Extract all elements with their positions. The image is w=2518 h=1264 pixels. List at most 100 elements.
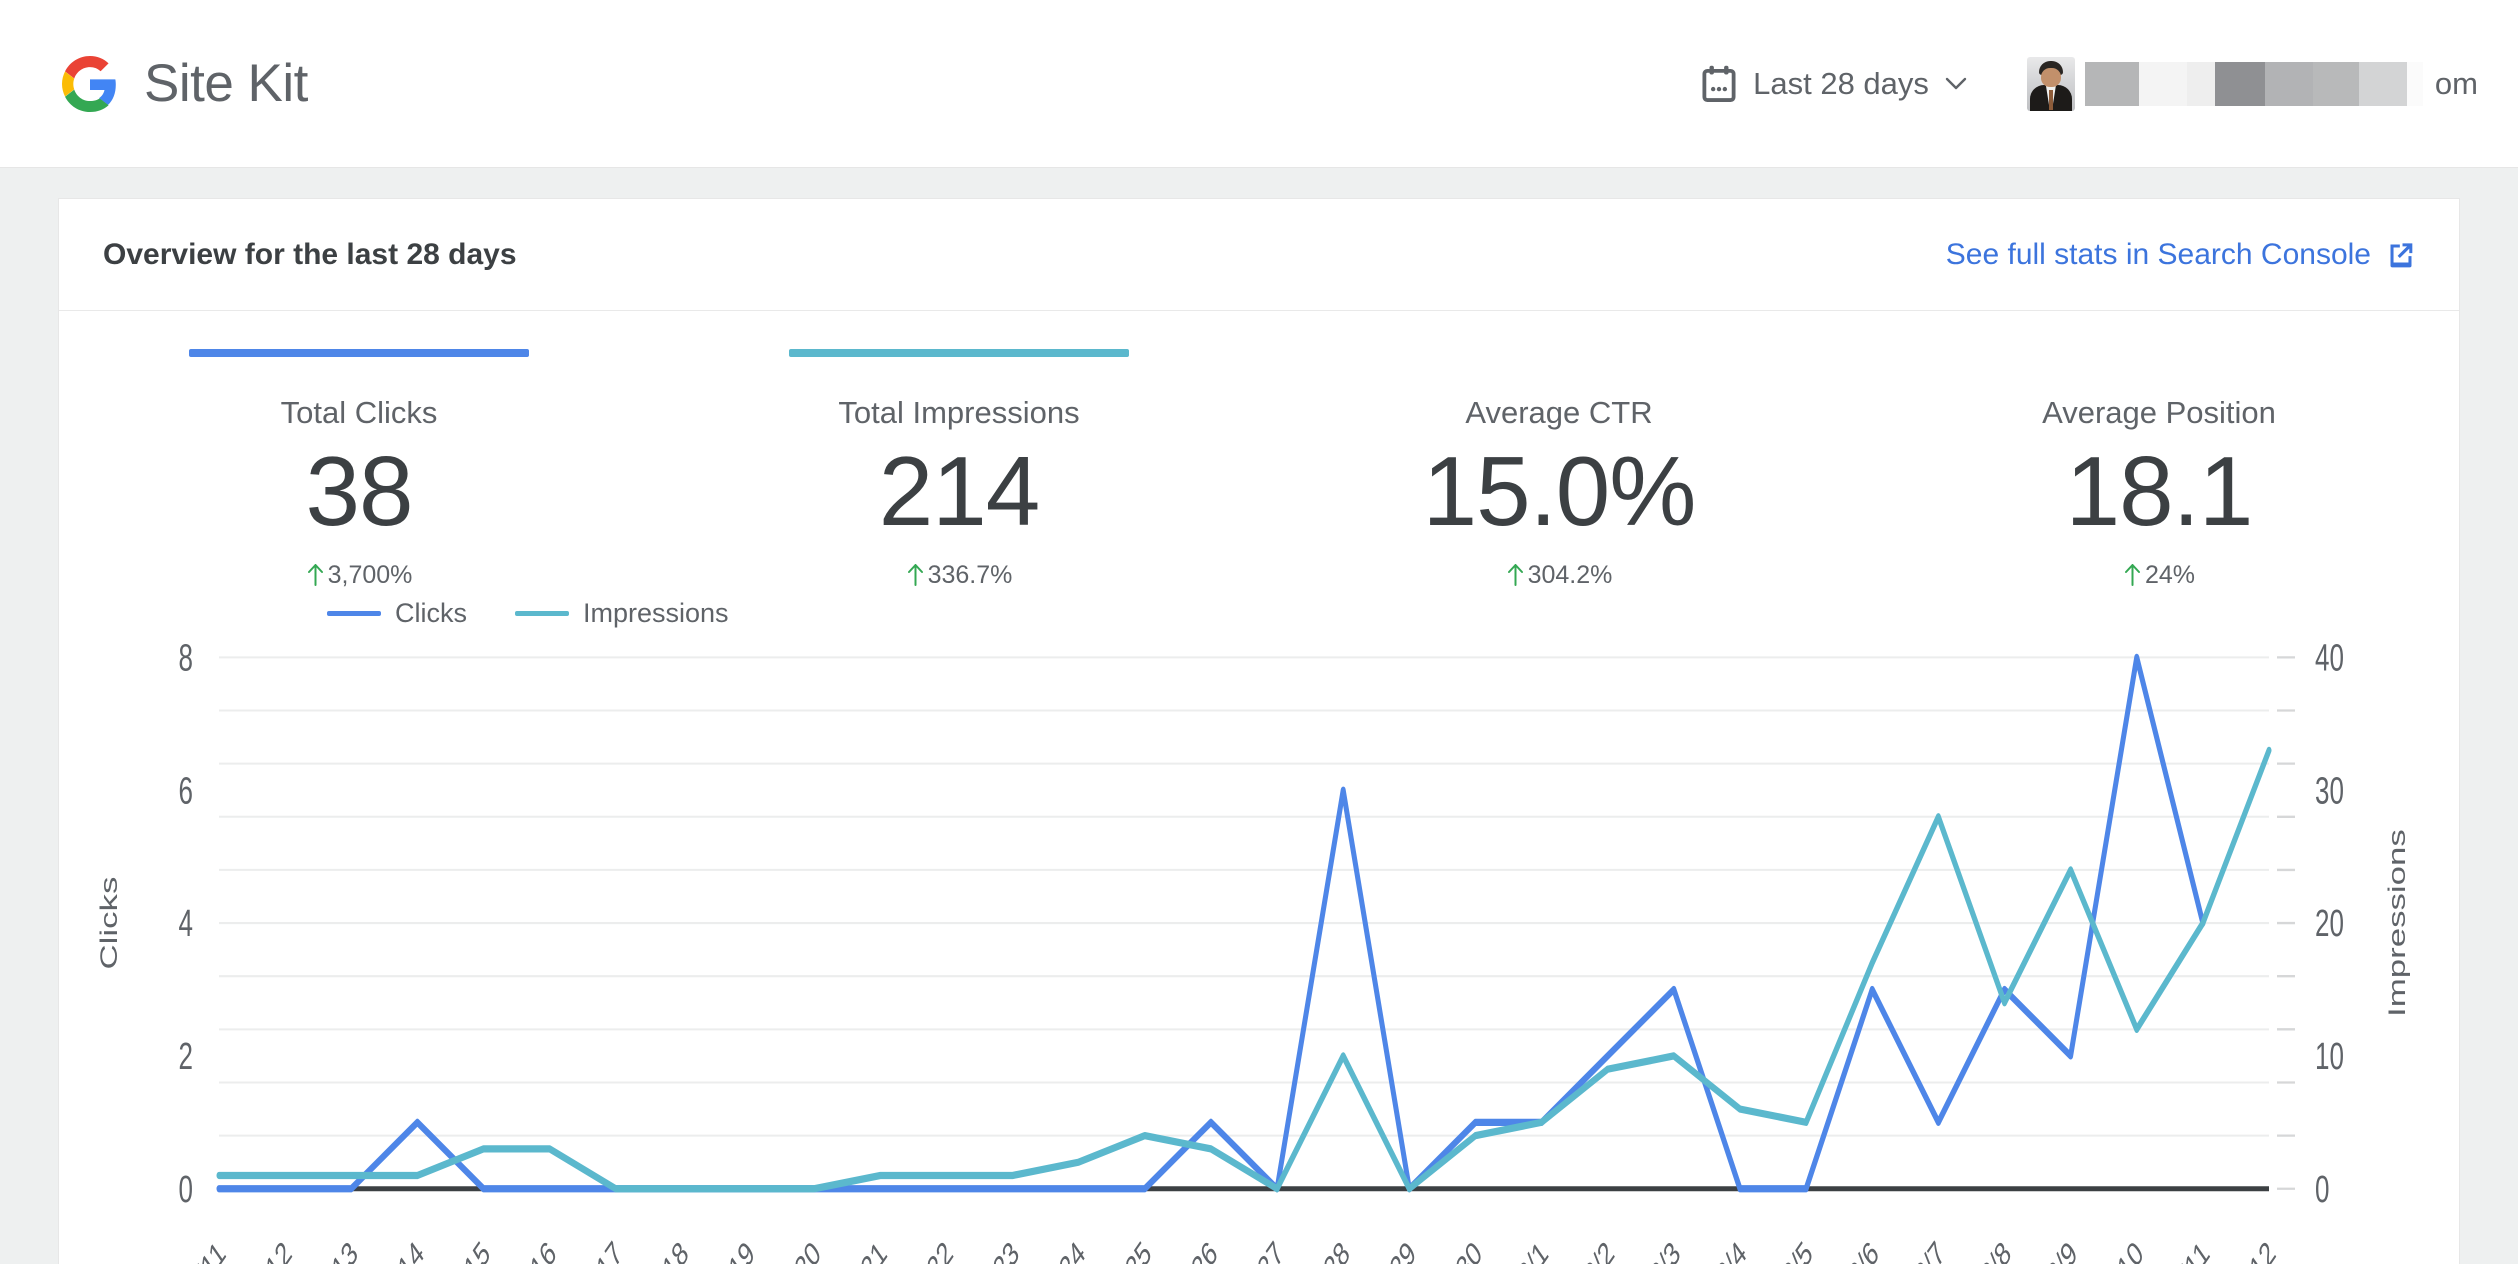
legend-item-clicks[interactable]: Clicks [327,598,467,629]
y-axis-tick-left: 4 [179,902,193,944]
x-axis-tick: 12/12 [2222,1235,2281,1264]
page-body: Overview for the last 28 days See full s… [0,168,2518,1264]
legend-swatch-impressions [515,610,569,616]
legend-item-impressions[interactable]: Impressions [515,598,729,629]
x-axis-tick: 11/20 [769,1235,827,1264]
y-axis-tick-right: 30 [2315,769,2344,811]
x-axis-tick: 12/5 [1768,1235,1818,1264]
x-axis-tick: 11/15 [438,1235,496,1264]
metric-change: 3,700% [306,560,413,590]
x-axis-tick: 11/21 [835,1235,893,1264]
x-axis-tick: 11/13 [306,1235,364,1264]
x-axis-tick: 12/7 [1901,1235,1951,1264]
legend-label-impressions: Impressions [583,597,729,628]
x-axis-tick: 11/14 [372,1235,430,1264]
metric-accent-bar [189,349,529,357]
app-header: Site Kit Last 28 days om [0,0,2518,168]
y-axis-tick-left: 0 [179,1168,193,1210]
metric-change-value: 24% [2144,560,2196,589]
metric-change: 24% [2123,561,2195,590]
chart-legend: Clicks Impressions [327,598,729,629]
x-axis-tick: 12/8 [1967,1235,2017,1264]
clicks-impressions-chart[interactable]: Clicks Impressions 0 2 4 6 8 0 10 20 30 40 Clicks I… [59,590,2459,1264]
y-axis-tick-left: 2 [179,1035,193,1077]
x-axis-tick: 11/24 [1033,1235,1091,1264]
y-axis-tick-left: 6 [179,769,193,811]
metric-change-value: 304.2% [1527,560,1613,589]
see-full-stats-label: See full stats in Search Console [1945,237,2371,271]
chevron-down-icon[interactable] [1945,77,1967,91]
external-link-icon [2387,241,2415,269]
x-axis-tick: 11/27 [1231,1235,1289,1264]
x-axis-tick: 12/3 [1636,1235,1686,1264]
x-axis-tick: 12/1 [1504,1235,1554,1264]
search-console-overview-card: Overview for the last 28 days See full s… [58,198,2460,1264]
x-axis-tick: 12/4 [1702,1235,1752,1264]
y-axis-tick-right: 40 [2315,636,2344,678]
metric-label: Total Impressions [838,395,1080,430]
app-title: Site Kit [144,54,308,113]
metric-value: 18.1 [2065,436,2254,546]
x-axis-tick: 12/11 [2157,1235,2215,1264]
x-axis-tick: 12/9 [2033,1235,2083,1264]
y-axis-tick-right: 10 [2315,1035,2344,1077]
x-axis-tick: 11/22 [901,1235,959,1264]
x-axis-tick: 11/30 [1430,1235,1488,1264]
arrow-up-icon [306,563,325,587]
page-title: Overview for the last 28 days [103,237,517,271]
account-email-redacted [2084,61,2423,106]
y-axis-title-right: Impressions [2384,829,2410,1017]
account-menu[interactable]: om [2026,56,2478,111]
calendar-icon [1701,65,1737,103]
date-range-label: Last 28 days [1753,65,1929,101]
x-axis-tick: 11/26 [1165,1235,1223,1264]
metric-accent-bar [789,349,1129,357]
metric-total-clicks[interactable]: Total Clicks 38 3,700% [59,349,659,590]
legend-swatch-clicks [327,610,381,616]
date-range-picker[interactable]: Last 28 days [1701,65,1967,103]
x-axis-tick: 11/17 [570,1235,628,1264]
metric-label: Average Position [2042,395,2276,430]
x-axis-tick: 11/28 [1298,1235,1356,1264]
metric-change: 336.7% [906,560,1013,590]
metric-change-value: 336.7% [927,560,1013,589]
y-axis-tick-right: 0 [2315,1168,2329,1210]
legend-label-clicks: Clicks [395,597,467,628]
metric-change: 304.2% [1506,560,1613,590]
see-full-stats-link[interactable]: See full stats in Search Console [1946,238,2415,272]
metric-average-position[interactable]: Average Position 18.1 24% [1859,349,2459,590]
x-axis-tick: 11/23 [967,1235,1025,1264]
x-axis-tick: 11/19 [702,1235,760,1264]
x-axis-tick: 11/25 [1099,1235,1157,1264]
x-axis-tick: 11/11 [175,1235,231,1264]
x-axis-tick: 11/29 [1364,1235,1422,1264]
chart-canvas: 0 2 4 6 8 0 10 20 30 40 Clicks Impressions 11/11 11/1… [96,636,2410,1264]
metric-label: Total Clicks [280,395,438,430]
arrow-up-icon [906,563,925,587]
arrow-up-icon [1506,563,1525,587]
metric-label: Average CTR [1465,395,1653,430]
x-axis-tick: 11/12 [239,1235,297,1264]
metric-value: 15.0% [1422,436,1697,546]
header-right: Last 28 days om [1701,56,2478,111]
arrow-up-icon [2123,563,2142,587]
brand: Site Kit [62,54,308,113]
account-email-tail: om [2434,65,2478,101]
metric-row: Total Clicks 38 3,700% Total Impressions… [59,311,2459,590]
x-axis-tick: 12/2 [1570,1235,1620,1264]
metric-total-impressions[interactable]: Total Impressions 214 336.7% [659,349,1259,590]
x-axis-tick: 11/18 [636,1235,694,1264]
x-axis-tick: 12/10 [2090,1235,2149,1264]
x-axis-tick: 12/6 [1834,1235,1884,1264]
google-g-logo-icon [62,55,118,112]
metric-value: 38 [305,436,413,546]
y-axis-tick-left: 8 [179,636,193,678]
avatar [2026,56,2075,111]
y-axis-tick-right: 20 [2315,902,2344,944]
card-header: Overview for the last 28 days See full s… [59,199,2459,311]
metric-average-ctr[interactable]: Average CTR 15.0% 304.2% [1259,349,1859,590]
x-axis-tick: 11/16 [504,1235,562,1264]
metric-change-value: 3,700% [327,560,413,589]
y-axis-title-left: Clicks [96,876,122,969]
metric-value: 214 [878,436,1041,546]
